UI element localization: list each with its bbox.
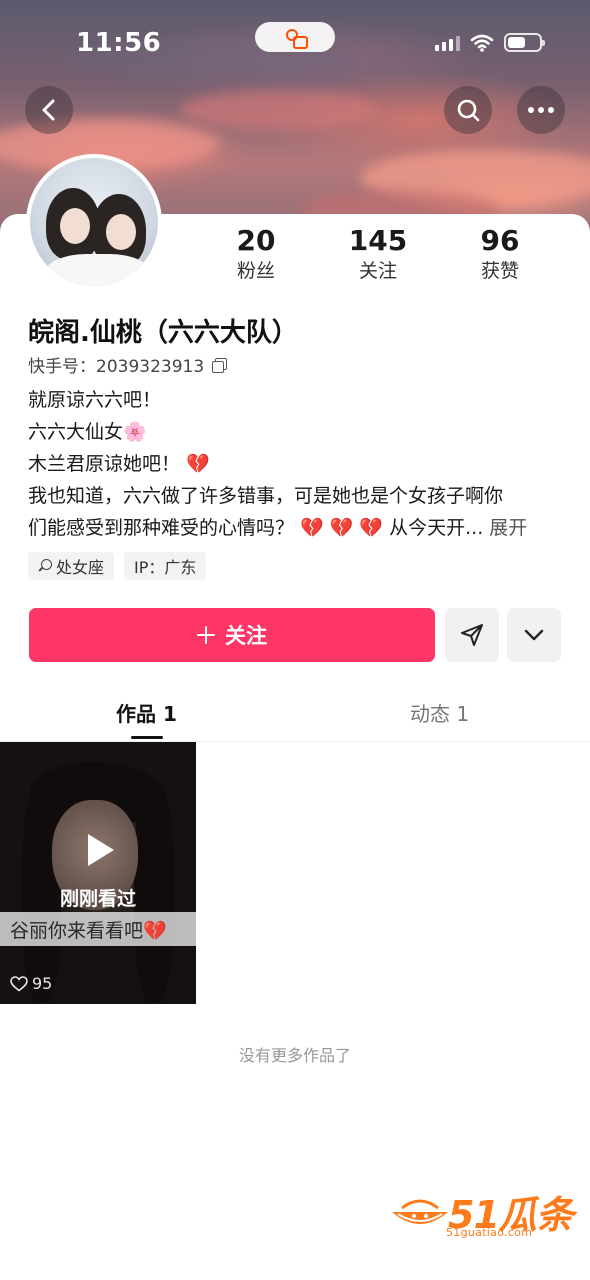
bio-line-last: 们能感受到那种难受的心情吗？ 💔 💔 💔 从今天开... 展开 — [28, 512, 568, 544]
kuaishou-id: 快手号：2039323913 — [28, 357, 205, 377]
send-icon — [461, 624, 483, 646]
recently-watched-label: 刚刚看过 — [59, 888, 136, 910]
share-button[interactable] — [445, 608, 499, 662]
tab-moments[interactable]: 动态 1 — [410, 698, 469, 727]
video-likes: 95 — [10, 974, 52, 993]
back-button[interactable] — [25, 86, 73, 134]
profile-name: 皖阁.仙桃（六六大队） — [28, 318, 298, 348]
bio-expand-link[interactable]: 展开 — [489, 517, 527, 539]
search-button[interactable] — [444, 86, 492, 134]
more-horizontal-icon — [528, 107, 554, 113]
video-caption: 谷丽你来看看吧💔 — [10, 920, 167, 942]
video-thumbnail[interactable]: 刚刚看过 谷丽你来看看吧💔 95 — [0, 742, 196, 1004]
app-source-pill[interactable]: 快手 — [255, 22, 335, 357]
chevron-down-icon — [524, 629, 544, 641]
more-actions-dropdown[interactable] — [507, 608, 561, 662]
avatar[interactable] — [26, 154, 162, 290]
play-icon — [88, 834, 114, 866]
bio-line: 六六大仙女🌸 — [28, 421, 147, 443]
plus-icon — [197, 626, 215, 644]
heart-icon — [10, 975, 28, 992]
no-more-works: 没有更多作品了 — [238, 1046, 351, 1065]
followers-count: 20 — [236, 224, 276, 257]
watermark-url: 51guatiao.com — [446, 1226, 533, 1239]
bio-line: 们能感受到那种难受的心情吗？ 💔 💔 💔 从今天开... — [28, 517, 484, 539]
follow-label: 关注 — [225, 624, 267, 648]
likes-count: 96 — [480, 224, 520, 257]
tag-ip-label: IP：广东 — [134, 558, 197, 577]
following-label: 关注 — [358, 260, 397, 282]
stat-likes[interactable]: 96 获赞 — [450, 224, 550, 284]
status-icons — [435, 33, 545, 52]
wifi-icon — [470, 34, 494, 52]
following-count: 145 — [348, 224, 408, 257]
bio-line: 木兰君原谅她吧！ 💔 — [28, 453, 210, 475]
status-time: 11:56 — [76, 28, 162, 58]
followers-label: 粉丝 — [236, 260, 275, 282]
watermark-logo: 51瓜条 51guatiao.com — [388, 1184, 578, 1244]
video-likes-count: 95 — [32, 974, 53, 993]
search-icon — [38, 559, 52, 573]
profile-tabs: 作品 1 动态 1 — [0, 686, 590, 742]
tag-zodiac-label: 处女座 — [56, 558, 105, 577]
copy-icon[interactable] — [212, 357, 228, 373]
kuaishou-logo-icon — [285, 27, 308, 49]
chevron-left-icon — [42, 99, 55, 121]
kuaishou-id-row[interactable]: 快手号：2039323913 — [28, 352, 228, 377]
profile-tags: 处女座 IP：广东 — [28, 552, 207, 580]
watermark-melon-icon — [392, 1199, 448, 1224]
search-icon — [457, 99, 480, 122]
more-options-button[interactable] — [517, 86, 565, 134]
tag-zodiac[interactable]: 处女座 — [28, 552, 115, 580]
active-tab-indicator — [131, 736, 163, 739]
profile-bio: 就原谅六六吧！ 六六大仙女🌸 木兰君原谅她吧！ 💔 我也知道，六六做了许多错事，… — [28, 384, 568, 544]
likes-label: 获赞 — [480, 260, 519, 282]
tab-works[interactable]: 作品 1 — [116, 698, 177, 727]
follow-button[interactable]: 关注 — [29, 608, 435, 662]
bio-line: 就原谅六六吧！ — [28, 389, 162, 411]
tag-ip-location: IP：广东 — [124, 552, 207, 580]
bio-line: 我也知道，六六做了许多错事，可是她也是个女孩子啊你 — [28, 485, 504, 507]
battery-icon — [504, 33, 545, 52]
stat-following[interactable]: 145 关注 — [328, 224, 428, 284]
stat-followers[interactable]: 20 粉丝 — [206, 224, 306, 284]
cellular-signal-icon — [435, 35, 460, 51]
